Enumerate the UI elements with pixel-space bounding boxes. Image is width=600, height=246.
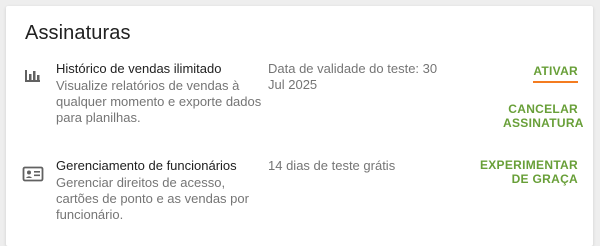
- subscription-status: Data de validade do teste: 30 Jul 2025: [268, 61, 438, 92]
- subscription-name: Gerenciamento de funcionários: [56, 158, 237, 173]
- subscription-status: 14 dias de teste grátis: [268, 158, 396, 173]
- subscriptions-card: Assinaturas Histórico de vendas ilimitad…: [6, 6, 593, 246]
- activate-button[interactable]: ATIVAR: [533, 64, 578, 83]
- subscription-description: Visualize relatórios de vendas à qualque…: [56, 78, 262, 125]
- section-title: Assinaturas: [25, 22, 131, 44]
- subscription-actions: EXPERIMENTAR DE GRAÇA: [468, 158, 578, 186]
- subscription-description-block: Histórico de vendas ilimitado Visualize …: [56, 61, 271, 126]
- employee-badge-icon: [22, 165, 44, 183]
- try-free-button[interactable]: EXPERIMENTAR DE GRAÇA: [468, 158, 578, 186]
- subscription-description: Gerenciar direitos de acesso, cartões de…: [56, 175, 249, 222]
- subscription-actions: ATIVAR CANCELAR ASSINATURA: [503, 61, 583, 130]
- bar-chart-icon: [22, 67, 44, 85]
- subscription-name: Histórico de vendas ilimitado: [56, 61, 222, 76]
- subscription-description-block: Gerenciamento de funcionários Gerenciar …: [56, 158, 271, 223]
- cancel-subscription-button[interactable]: CANCELAR ASSINATURA: [503, 102, 583, 130]
